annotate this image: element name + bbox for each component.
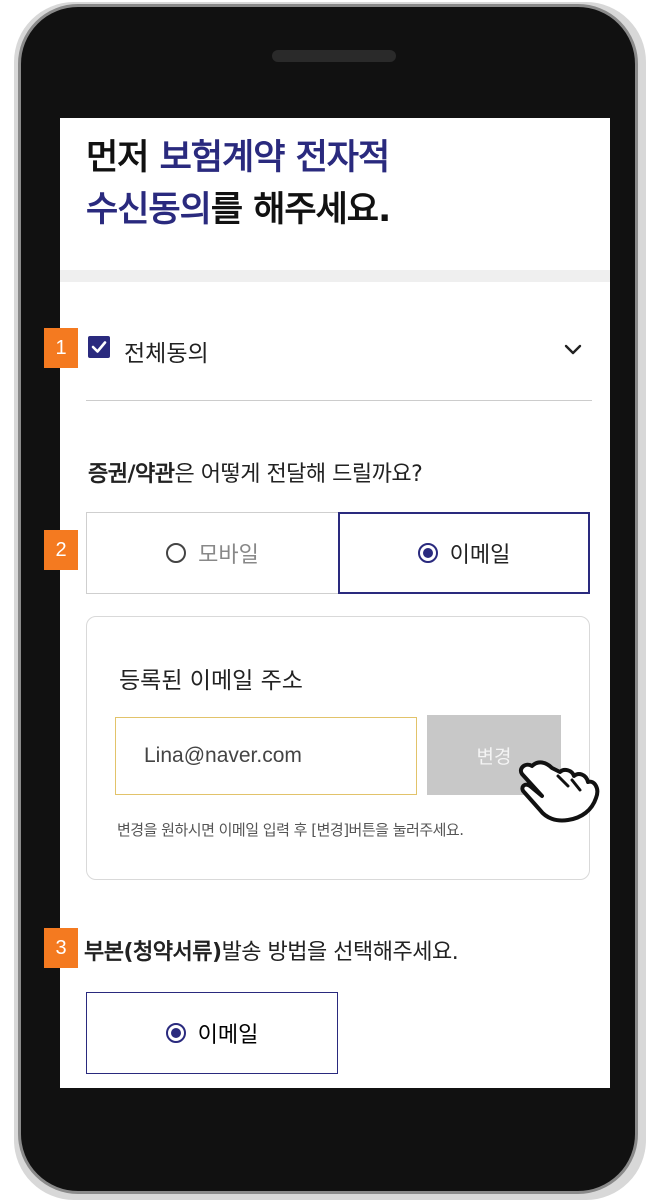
email-input[interactable] — [115, 717, 417, 795]
copy-option-email[interactable]: 이메일 — [86, 992, 338, 1074]
copy-question-bold: 부본(청약서류) — [84, 940, 222, 965]
radio-selected-icon — [165, 1023, 186, 1043]
copy-option-label: 이메일 — [197, 1023, 259, 1048]
step-badge: 1 — [44, 328, 78, 368]
email-card-title: 등록된 이메일 주소 — [119, 668, 303, 694]
delivery-question: 증권/약관은 어떻게 전달해 드릴까요? — [88, 456, 423, 488]
title-highlight-2: 수신동의 — [86, 190, 212, 230]
title-highlight: 보험계약 전자적 — [159, 138, 391, 178]
copy-question-text: 발송 방법을 선택해주세요. — [221, 940, 459, 965]
delivery-option-mobile[interactable]: 모바일 — [86, 512, 338, 594]
delivery-option-label: 이메일 — [449, 543, 511, 568]
agree-all-row[interactable]: 전체동의 — [88, 334, 592, 374]
agree-all-checkbox[interactable] — [88, 336, 110, 358]
phone-speaker — [272, 50, 396, 62]
radio-unselected-icon — [166, 543, 187, 563]
app-screen: 먼저 보험계약 전자적 수신동의를 해주세요. 전체동의 증권/약관은 어떻게 … — [60, 118, 610, 1088]
email-change-hint: 변경을 원하시면 이메일 입력 후 [변경]버튼을 눌러주세요. — [117, 821, 464, 839]
section-divider — [60, 270, 610, 282]
chevron-down-icon[interactable] — [562, 338, 584, 360]
registered-email-card: 등록된 이메일 주소 변경 변경을 원하시면 이메일 입력 후 [변경]버튼을 … — [86, 616, 590, 880]
step-badge: 3 — [44, 928, 78, 968]
delivery-question-bold: 증권/약관 — [88, 462, 175, 487]
hand-pointer-icon — [519, 760, 600, 823]
delivery-option-label: 모바일 — [198, 543, 259, 568]
title-text-2: 를 해주세요. — [210, 190, 391, 230]
delivery-option-email[interactable]: 이메일 — [338, 512, 590, 594]
agree-all-label: 전체동의 — [124, 341, 209, 367]
step-badge: 2 — [44, 530, 78, 570]
delivery-question-text: 은 어떻게 전달해 드릴까요? — [174, 462, 423, 487]
checkmark-icon — [91, 341, 107, 353]
page-title: 먼저 보험계약 전자적 수신동의를 해주세요. — [86, 132, 391, 236]
title-text: 먼저 — [86, 138, 160, 178]
radio-selected-icon — [417, 543, 438, 563]
copy-question: 부본(청약서류)발송 방법을 선택해주세요. — [84, 934, 459, 966]
row-divider — [86, 400, 592, 401]
